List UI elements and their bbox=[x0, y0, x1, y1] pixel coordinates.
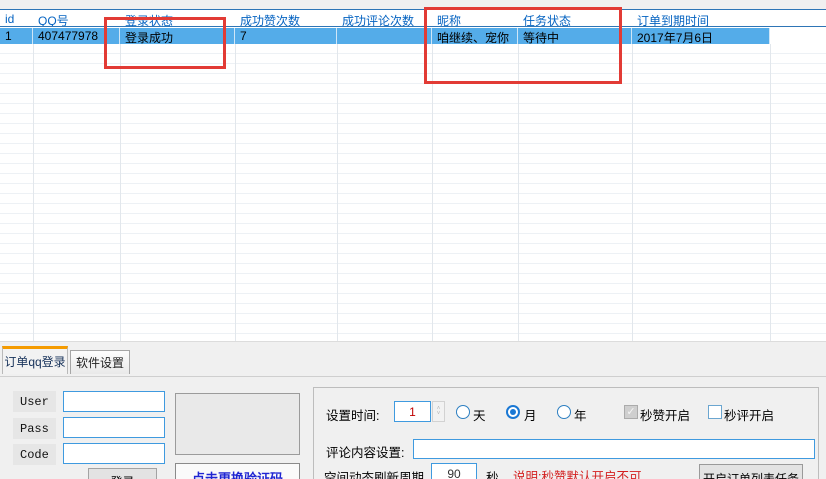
grid-vline bbox=[120, 44, 121, 341]
refresh-unit-label: 秒 bbox=[486, 467, 499, 479]
cell-id: 1 bbox=[0, 28, 33, 44]
col-header-comment-count[interactable]: 成功评论次数 bbox=[337, 11, 432, 26]
col-header-expire-date[interactable]: 订单到期时间 bbox=[632, 11, 770, 26]
col-header-id[interactable]: id bbox=[0, 11, 33, 26]
checkbox-instant-like-label[interactable]: 秒赞开启 bbox=[640, 405, 690, 424]
refresh-period-input[interactable] bbox=[431, 463, 477, 479]
login-button[interactable]: 登录 bbox=[88, 468, 157, 479]
app-window: id QQ号 登录状态 成功赞次数 成功评论次数 昵称 任务状态 订单到期时间 … bbox=[0, 0, 826, 479]
spin-down-icon[interactable]: ˅ bbox=[437, 412, 441, 417]
comment-content-label: 评论内容设置: bbox=[326, 442, 404, 461]
radio-day[interactable] bbox=[456, 405, 470, 419]
tab-order-qq-login[interactable]: 订单qq登录 bbox=[2, 346, 68, 374]
pass-label: Pass bbox=[13, 418, 56, 439]
code-label: Code bbox=[13, 444, 56, 465]
set-time-input[interactable] bbox=[394, 401, 431, 422]
cell-comment-count bbox=[337, 28, 432, 44]
bottom-panel: 订单qq登录 软件设置 User Pass Code 登录 点击更换验证码 设置… bbox=[0, 341, 826, 479]
grid-vline bbox=[770, 44, 771, 341]
radio-month-label[interactable]: 月 bbox=[524, 405, 537, 424]
start-task-button[interactable]: 开启订单列表任务 bbox=[699, 464, 803, 479]
note-text: 说明:秒赞默认开启不可 bbox=[513, 466, 641, 479]
grid-vline bbox=[235, 44, 236, 341]
checkbox-instant-comment-label[interactable]: 秒评开启 bbox=[724, 405, 774, 424]
annotation-box-nickname-task bbox=[424, 7, 622, 84]
grid-vline bbox=[632, 44, 633, 341]
grid-vline bbox=[337, 44, 338, 341]
grid-vline bbox=[432, 44, 433, 341]
radio-month[interactable] bbox=[506, 405, 520, 419]
tab-software-settings[interactable]: 软件设置 bbox=[70, 350, 130, 374]
grid-vline bbox=[33, 44, 34, 341]
col-header-like-count[interactable]: 成功赞次数 bbox=[235, 11, 337, 26]
spinner-control[interactable]: ˄ ˅ bbox=[432, 401, 445, 422]
pass-input[interactable] bbox=[63, 417, 165, 438]
tab-divider bbox=[0, 376, 826, 377]
radio-year-label[interactable]: 年 bbox=[574, 405, 587, 424]
table-empty-grid bbox=[0, 44, 826, 341]
captcha-image-box[interactable] bbox=[175, 393, 300, 455]
user-label: User bbox=[13, 391, 56, 412]
settings-groupbox: 设置时间: ˄ ˅ 天 月 年 ✓ 秒赞开启 秒评开启 评论内容设置: 空间动态… bbox=[313, 387, 819, 479]
radio-year[interactable] bbox=[557, 405, 571, 419]
cell-expire-date: 2017年7月6日 bbox=[632, 28, 770, 44]
table-top-strip bbox=[0, 0, 826, 10]
user-input[interactable] bbox=[63, 391, 165, 412]
refresh-period-label: 空间动态刷新周期 bbox=[324, 467, 424, 479]
checkbox-instant-like[interactable]: ✓ bbox=[624, 405, 638, 419]
code-input[interactable] bbox=[63, 443, 165, 464]
set-time-label: 设置时间: bbox=[326, 405, 379, 424]
radio-day-label[interactable]: 天 bbox=[473, 405, 486, 424]
change-captcha-button[interactable]: 点击更换验证码 bbox=[175, 463, 300, 479]
annotation-box-login-status bbox=[104, 17, 226, 69]
grid-vline bbox=[518, 44, 519, 341]
comment-content-input[interactable] bbox=[413, 439, 815, 459]
checkbox-instant-comment[interactable] bbox=[708, 405, 722, 419]
cell-like-count: 7 bbox=[235, 28, 337, 44]
